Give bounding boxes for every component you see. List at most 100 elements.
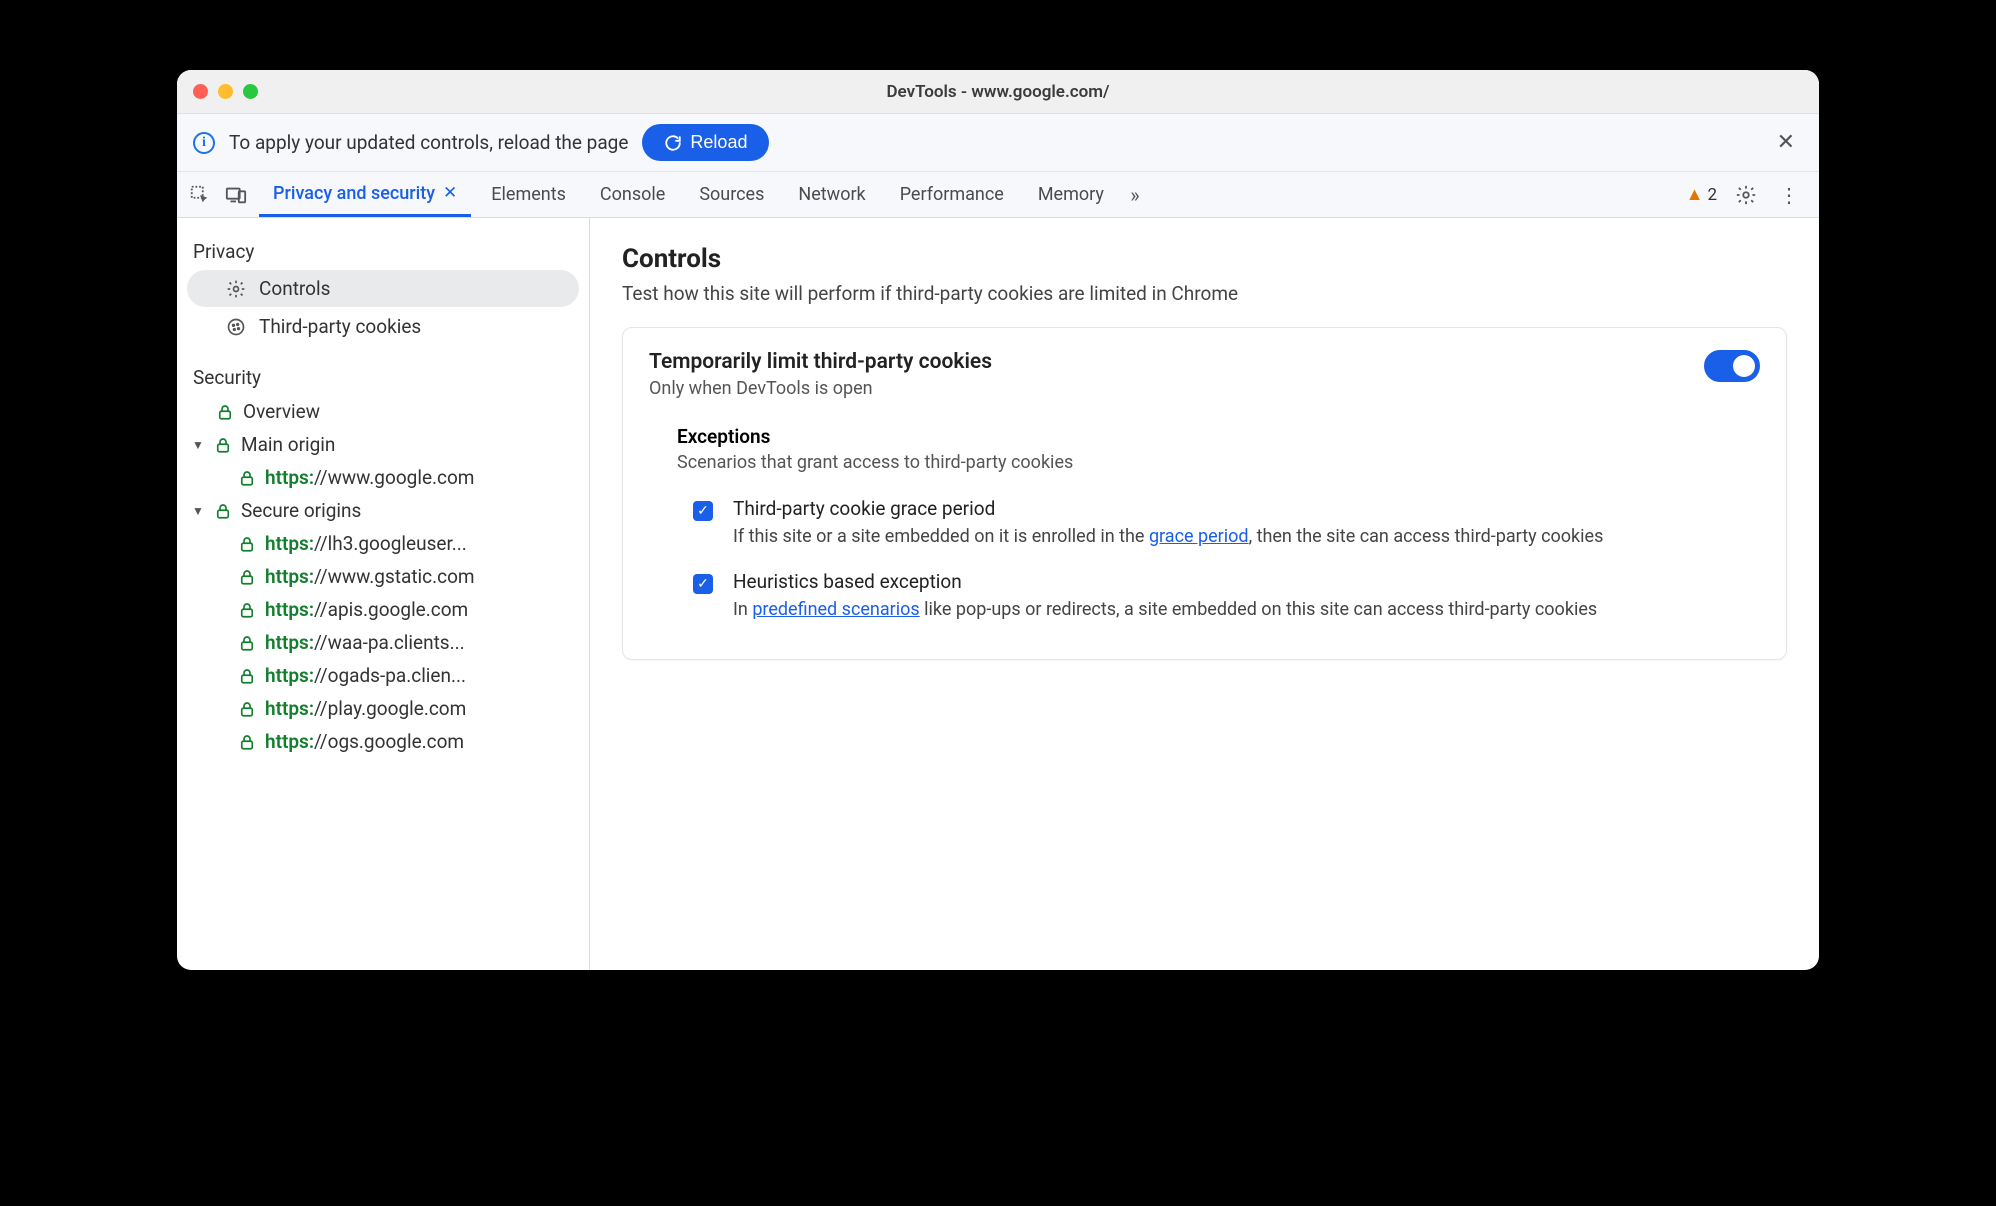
heuristics-checkbox[interactable]: ✓ [693,574,713,594]
reload-label: Reload [690,132,747,153]
device-toolbar-icon[interactable] [225,184,247,206]
tree-item-origin[interactable]: https://waa-pa.clients... [177,626,589,659]
tab-sources[interactable]: Sources [685,172,778,217]
infobar-message: To apply your updated controls, reload t… [229,131,628,154]
tree-item-origin[interactable]: https://www.gstatic.com [177,560,589,593]
lock-icon [213,501,233,521]
devtools-window: DevTools - www.google.com/ i To apply yo… [177,70,1819,970]
exception-label: Heuristics based exception [733,570,1597,593]
origin-host: //ogads-pa.clien... [314,664,466,687]
tab-label: Memory [1038,184,1104,205]
menu-button[interactable]: ⋮ [1775,183,1803,207]
tree-item-secure-origins[interactable]: ▼ Secure origins [177,494,589,527]
sidebar-section-privacy: Privacy [177,232,589,269]
exception-heuristics: ✓ Heuristics based exception In predefin… [649,560,1760,633]
content-pane: Controls Test how this site will perform… [590,218,1819,970]
reload-icon [664,134,682,152]
infobar: i To apply your updated controls, reload… [177,114,1819,172]
sidebar-item-controls[interactable]: Controls [187,270,579,307]
tab-console[interactable]: Console [586,172,679,217]
lock-icon [237,633,257,653]
gear-icon [225,278,247,300]
settings-button[interactable] [1735,184,1757,206]
tree-item-origin[interactable]: https://ogads-pa.clien... [177,659,589,692]
tree-item-main-origin[interactable]: ▼ Main origin [177,428,589,461]
titlebar: DevTools - www.google.com/ [177,70,1819,114]
exception-description: In predefined scenarios like pop-ups or … [733,597,1597,623]
lock-icon [237,468,257,488]
cookie-icon [225,316,247,338]
lock-icon [237,600,257,620]
lock-icon [237,567,257,587]
tree-label: Main origin [241,433,335,456]
tab-privacy-security[interactable]: Privacy and security ✕ [259,172,471,217]
tree-item-origin[interactable]: https://play.google.com [177,692,589,725]
tab-label: Network [798,184,865,205]
warning-icon: ▲ [1686,184,1704,205]
tree-label: Overview [243,400,320,423]
tab-label: Elements [491,184,566,205]
origin-protocol: https: [265,466,314,489]
tab-label: Console [600,184,665,205]
lock-icon [237,732,257,752]
lock-icon [237,534,257,554]
tree-item-origin[interactable]: https://lh3.googleuser... [177,527,589,560]
tab-elements[interactable]: Elements [477,172,580,217]
disclosure-triangle-icon[interactable]: ▼ [191,438,205,452]
tab-close-icon[interactable]: ✕ [443,183,457,203]
card-subtitle: Only when DevTools is open [649,378,992,399]
origin-host: //www.google.com [314,466,474,489]
exception-label: Third-party cookie grace period [733,497,1603,520]
tree-item-overview[interactable]: Overview [177,395,589,428]
tree-item-origin[interactable]: https://www.google.com [177,461,589,494]
tabstrip: Privacy and security ✕ Elements Console … [177,172,1819,218]
tab-network[interactable]: Network [784,172,879,217]
tab-label: Privacy and security [273,183,435,204]
origin-host: //play.google.com [314,697,466,720]
origin-host: //www.gstatic.com [314,565,475,588]
window-title: DevTools - www.google.com/ [886,82,1109,102]
grace-period-checkbox[interactable]: ✓ [693,501,713,521]
lock-icon [237,699,257,719]
tab-performance[interactable]: Performance [886,172,1018,217]
origin-host: //ogs.google.com [314,730,464,753]
tab-label: Performance [900,184,1004,205]
reload-button[interactable]: Reload [642,124,769,161]
lock-icon [237,666,257,686]
origin-protocol: https: [265,598,314,621]
grace-period-link[interactable]: grace period [1149,526,1249,547]
card-title: Temporarily limit third-party cookies [649,350,992,374]
origin-host: //lh3.googleuser... [314,532,467,555]
sidebar-item-label: Third-party cookies [259,315,421,338]
more-tabs-icon[interactable]: » [1124,184,1146,206]
tree-item-origin[interactable]: https://apis.google.com [177,593,589,626]
inspect-icon[interactable] [189,184,211,206]
sidebar: Privacy Controls [177,218,590,970]
tree-item-origin[interactable]: https://ogs.google.com [177,725,589,758]
lock-icon [213,435,233,455]
origin-protocol: https: [265,532,314,555]
origin-host: //waa-pa.clients... [314,631,465,654]
origin-protocol: https: [265,730,314,753]
tab-label: Sources [699,184,764,205]
sidebar-item-third-party-cookies[interactable]: Third-party cookies [187,308,579,345]
issues-badge[interactable]: ▲ 2 [1686,184,1717,205]
origin-host: //apis.google.com [314,598,468,621]
page-subtitle: Test how this site will perform if third… [622,282,1787,305]
infobar-close-button[interactable]: ✕ [1769,126,1803,159]
minimize-window-button[interactable] [218,84,233,99]
info-icon: i [193,132,215,154]
lock-icon [215,402,235,422]
sidebar-item-label: Controls [259,277,330,300]
origin-protocol: https: [265,697,314,720]
close-window-button[interactable] [193,84,208,99]
limit-cookies-toggle[interactable] [1704,350,1760,382]
page-title: Controls [622,244,1787,274]
exceptions-header: Exceptions [649,425,1760,448]
predefined-scenarios-link[interactable]: predefined scenarios [752,599,919,620]
warning-count: 2 [1707,185,1717,205]
zoom-window-button[interactable] [243,84,258,99]
sidebar-section-security: Security [177,346,589,395]
tab-memory[interactable]: Memory [1024,172,1118,217]
disclosure-triangle-icon[interactable]: ▼ [191,504,205,518]
